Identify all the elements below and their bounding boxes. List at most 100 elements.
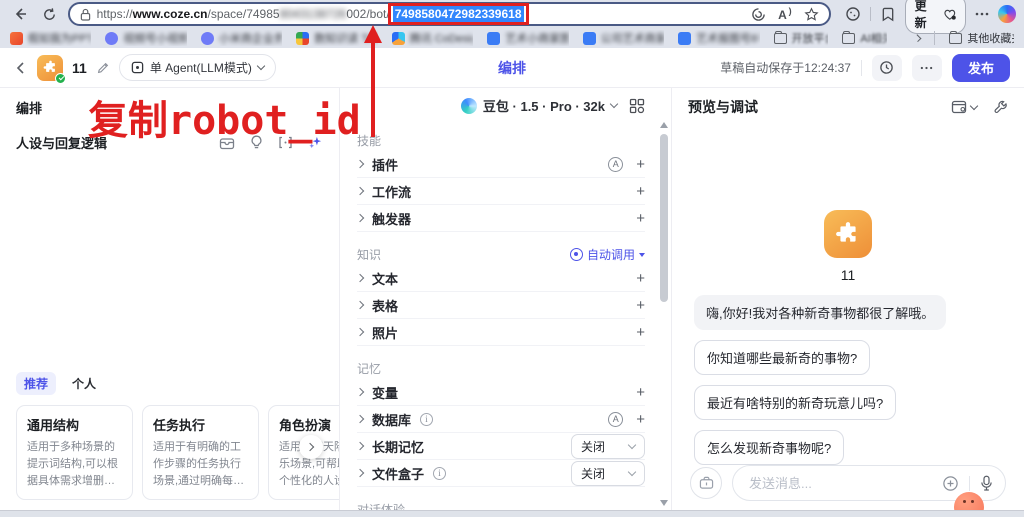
add-workflow-icon[interactable] xyxy=(636,184,645,199)
url-selected-bot-id[interactable]: 7498580472982339618 xyxy=(392,6,524,22)
row-longterm-memory[interactable]: 长期记忆 关闭 xyxy=(355,433,645,460)
info-icon[interactable] xyxy=(420,412,434,426)
model-selector[interactable]: 豆包 · 1.5 · Pro · 32k xyxy=(460,96,619,115)
window-bottom-edge xyxy=(0,510,1024,517)
puzzle-icon xyxy=(836,222,856,242)
bookmark-favicon xyxy=(487,31,501,45)
row-knowledge-photo[interactable]: 照片 xyxy=(355,319,645,346)
row-knowledge-table[interactable]: 表格 xyxy=(355,292,645,319)
browser-menu-icon[interactable] xyxy=(975,12,989,16)
read-aloud-icon[interactable]: A xyxy=(778,6,791,22)
url-masked-segment: 8043138726 xyxy=(279,7,347,21)
section-knowledge: 知识 自动调用 xyxy=(357,246,645,263)
row-trigger[interactable]: 触发器 xyxy=(355,205,645,232)
brackets-format-icon[interactable] xyxy=(278,136,293,149)
row-workflow[interactable]: 工作流 xyxy=(355,178,645,205)
edit-pencil-icon[interactable] xyxy=(96,61,110,75)
url-path: /space/74985 xyxy=(207,7,280,21)
add-trigger-icon[interactable] xyxy=(636,211,645,226)
chevron-right-icon xyxy=(355,300,365,310)
template-card[interactable]: 任务执行 适用于有明确的工作步骤的任务执行场景,通过明确每一步骤的工作要求… xyxy=(142,404,259,500)
add-variable-icon[interactable] xyxy=(636,385,645,400)
auto-call-selector[interactable]: 自动调用 xyxy=(569,246,645,263)
suggested-question[interactable]: 怎么发现新奇事物呢? xyxy=(694,430,845,465)
more-options-button[interactable] xyxy=(911,54,942,81)
clear-context-button[interactable] xyxy=(690,467,722,499)
scroll-up-icon[interactable] xyxy=(660,122,668,128)
bookmark-item[interactable]: 公司艺术商家和艺术 xyxy=(582,30,664,46)
auto-call-badge-icon[interactable] xyxy=(608,156,624,172)
auto-call-badge-icon[interactable] xyxy=(608,411,624,427)
row-plugin[interactable]: 插件 xyxy=(355,151,645,178)
chevron-down-icon xyxy=(609,99,619,109)
address-bar[interactable]: https://www.coze.cn/space/74985 804313872… xyxy=(67,2,831,26)
cards-next-button[interactable] xyxy=(299,434,323,459)
prompt-library-icon[interactable] xyxy=(219,136,235,150)
filebox-select[interactable]: 关闭 xyxy=(571,460,645,486)
favorite-star-icon[interactable] xyxy=(804,6,819,22)
message-input[interactable] xyxy=(749,475,932,491)
template-card[interactable]: 通用结构 适用于多种场景的提示词结构,可以根据具体需求增删对应模块 xyxy=(16,404,133,500)
rewards-icon[interactable] xyxy=(751,7,766,22)
collections-icon[interactable] xyxy=(880,7,896,22)
middle-scrollbar[interactable] xyxy=(659,122,669,506)
bookmark-item[interactable]: 假如我为PPT模板下载 xyxy=(10,30,91,46)
suggested-question[interactable]: 你知道哪些最新奇的事物? xyxy=(694,340,871,375)
chevron-right-icon xyxy=(355,327,365,337)
bookmark-item[interactable]: 数知识读 TAPD平台 xyxy=(296,30,378,46)
back-icon[interactable] xyxy=(8,2,32,26)
add-database-icon[interactable] xyxy=(636,412,645,427)
add-table-knowledge-icon[interactable] xyxy=(636,298,645,313)
preview-window-selector[interactable] xyxy=(951,100,979,114)
idea-lightbulb-icon[interactable] xyxy=(250,135,263,150)
microphone-icon[interactable] xyxy=(980,475,993,491)
bookmark-folder[interactable]: AI相关 xyxy=(842,30,887,46)
tab-personal[interactable]: 个人 xyxy=(70,372,98,395)
row-filebox[interactable]: 文件盒子 关闭 xyxy=(355,460,645,487)
bookmark-item[interactable]: 艺术小商家图表系统 xyxy=(487,30,569,46)
layout-switch-icon[interactable] xyxy=(629,98,645,114)
bookmark-favicon xyxy=(105,31,119,45)
chevron-right-icon xyxy=(355,159,365,169)
row-database[interactable]: 数据库 xyxy=(355,406,645,433)
longterm-memory-select[interactable]: 关闭 xyxy=(571,433,645,459)
bookmark-folder[interactable]: 开放平台 xyxy=(773,30,828,46)
chevron-right-icon xyxy=(355,273,365,283)
ai-optimize-sparkle-icon[interactable] xyxy=(308,135,323,150)
preview-title: 预览与调试 xyxy=(688,99,758,115)
bookmarks-overflow-icon[interactable] xyxy=(913,33,922,43)
bookmark-item[interactable]: 艺术报图号8手里面 xyxy=(678,30,760,46)
add-attachment-icon[interactable] xyxy=(942,475,959,492)
folder-icon xyxy=(842,30,856,44)
suggested-question[interactable]: 最近有啥特别的新奇玩意儿吗? xyxy=(694,385,897,420)
tab-recommended[interactable]: 推荐 xyxy=(16,371,57,395)
copilot-icon[interactable] xyxy=(998,5,1017,23)
puzzle-icon xyxy=(43,60,55,72)
bookmark-item[interactable]: 腾讯 CoDesign - 腾讯 xyxy=(391,30,473,46)
back-chevron-icon[interactable] xyxy=(14,61,28,75)
agent-mode-selector[interactable]: 单 Agent(LLM模式) xyxy=(118,54,276,81)
info-icon[interactable] xyxy=(433,466,447,480)
row-knowledge-text[interactable]: 文本 xyxy=(355,265,645,292)
other-favorites[interactable]: 其他收藏夹 xyxy=(949,30,1014,46)
bookmark-item[interactable]: 视频号小视频申请发布 xyxy=(105,30,187,46)
prompt-editor-empty-area[interactable] xyxy=(0,162,339,366)
version-history-button[interactable] xyxy=(871,54,902,81)
folder-icon xyxy=(773,30,787,44)
refresh-icon[interactable] xyxy=(38,2,62,26)
scroll-down-icon[interactable] xyxy=(660,500,668,506)
add-plugin-icon[interactable] xyxy=(636,157,645,172)
coze-bot-editor-window: https://www.coze.cn/space/74985 804313872… xyxy=(0,0,1024,517)
add-text-knowledge-icon[interactable] xyxy=(636,271,645,286)
add-photo-knowledge-icon[interactable] xyxy=(636,325,645,340)
chevron-right-icon xyxy=(355,468,365,478)
scrollbar-thumb[interactable] xyxy=(660,134,668,302)
bot-greeting-message: 嗨,你好!我对各种新奇事物都很了解哦。 xyxy=(694,295,947,330)
publish-button[interactable]: 发布 xyxy=(951,53,1010,82)
bot-avatar[interactable] xyxy=(37,54,66,84)
cookie-icon[interactable] xyxy=(845,6,861,22)
bot-avatar-large xyxy=(824,210,872,258)
debug-wrench-icon[interactable] xyxy=(993,100,1008,115)
bookmark-item[interactable]: 小米商企业务办 xyxy=(200,30,282,46)
row-variable[interactable]: 变量 xyxy=(355,379,645,406)
